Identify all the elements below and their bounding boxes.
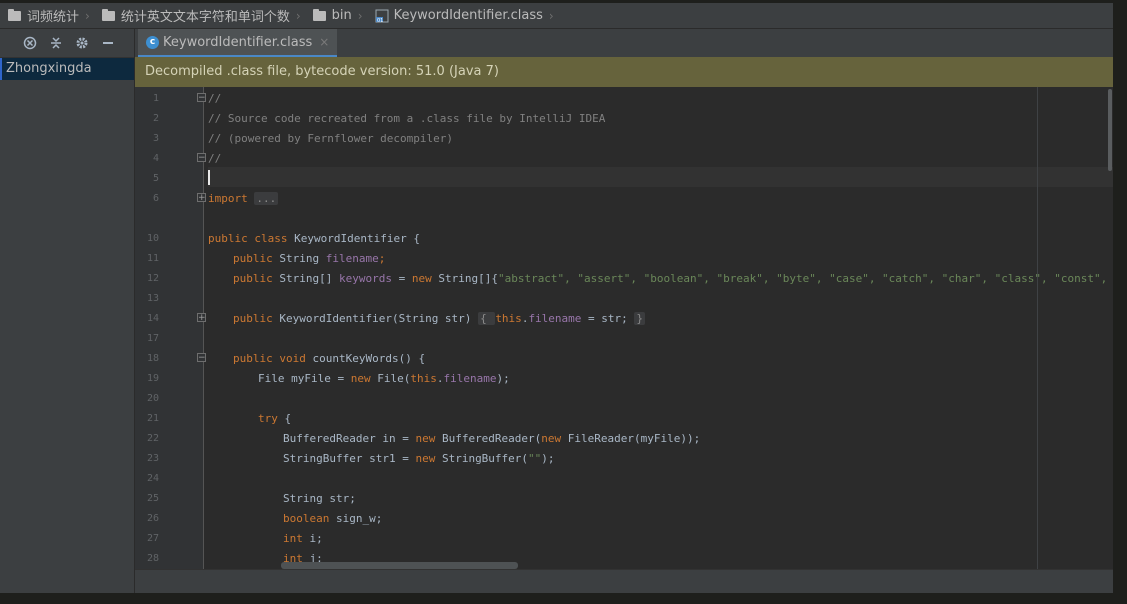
line-number: 19 bbox=[146, 373, 159, 384]
code-line: public String[] keywords = new String[]{… bbox=[233, 272, 1113, 285]
line-number: 26 bbox=[146, 513, 159, 524]
tab-keywordidentifier-class[interactable]: c KeywordIdentifier.class × bbox=[138, 29, 338, 58]
fold-marker-icon[interactable]: + bbox=[197, 313, 206, 323]
horizontal-scrollbar[interactable] bbox=[281, 562, 518, 569]
code-line: File myFile = new File(this.filename); bbox=[258, 372, 510, 385]
ide-window: 词频统计 › 统计英文文本字符和单词个数 › bin › 01 KeywordI… bbox=[0, 3, 1113, 593]
folder-icon bbox=[101, 8, 115, 21]
code-line: // (powered by Fernflower decompiler) bbox=[208, 132, 454, 145]
code-area[interactable]: // // Source code recreated from a .clas… bbox=[208, 87, 1113, 569]
line-number: 22 bbox=[146, 433, 159, 444]
code-line: StringBuffer str1 = new StringBuffer("")… bbox=[283, 452, 555, 465]
line-number: 10 bbox=[146, 233, 159, 244]
chevron-right-icon: › bbox=[548, 8, 554, 23]
project-panel: Zhongxingda bbox=[0, 29, 135, 593]
breadcrumb-item-bin[interactable]: bin › bbox=[305, 3, 367, 28]
line-number: 24 bbox=[146, 473, 159, 484]
folded-imports[interactable]: ... bbox=[254, 192, 279, 205]
gear-icon[interactable] bbox=[74, 35, 90, 51]
chevron-right-icon: › bbox=[295, 8, 301, 23]
collapse-icon[interactable] bbox=[48, 35, 64, 51]
line-number: 6 bbox=[152, 193, 159, 204]
line-number: 11 bbox=[146, 253, 159, 264]
locate-icon[interactable] bbox=[22, 35, 38, 51]
code-line: import ... bbox=[208, 192, 279, 205]
line-number: 12 bbox=[146, 273, 159, 284]
line-number: 18 bbox=[146, 353, 159, 364]
breadcrumb-label: 统计英文文本字符和单词个数 bbox=[120, 10, 290, 25]
line-number: 3 bbox=[152, 133, 159, 144]
decompiled-notice-banner: Decompiled .class file, bytecode version… bbox=[135, 57, 1113, 87]
fold-marker-icon[interactable]: + bbox=[197, 193, 206, 203]
breadcrumb-item-module[interactable]: 统计英文文本字符和单词个数 › bbox=[94, 3, 305, 28]
line-number: 20 bbox=[146, 393, 159, 404]
line-number: 25 bbox=[146, 493, 159, 504]
code-line: BufferedReader in = new BufferedReader(n… bbox=[283, 432, 701, 445]
text-caret bbox=[208, 170, 210, 185]
code-line: boolean sign_w; bbox=[283, 512, 383, 525]
code-line: // bbox=[208, 152, 222, 165]
project-panel-toolbar bbox=[0, 29, 134, 58]
status-bar bbox=[135, 569, 1113, 593]
line-number: 2 bbox=[152, 113, 159, 124]
line-number: 28 bbox=[146, 553, 159, 564]
line-number: 23 bbox=[146, 453, 159, 464]
code-line: try { bbox=[258, 412, 292, 425]
fold-marker-icon[interactable]: − bbox=[197, 353, 206, 363]
breadcrumb-item-file[interactable]: 01 KeywordIdentifier.class › bbox=[367, 3, 558, 28]
chevron-right-icon: › bbox=[357, 8, 363, 23]
breadcrumb-item-project[interactable]: 词频统计 › bbox=[0, 3, 94, 28]
close-icon[interactable]: × bbox=[319, 35, 329, 49]
class-file-icon: 01 bbox=[375, 9, 389, 23]
line-number: 14 bbox=[146, 313, 159, 324]
fold-marker-icon[interactable]: − bbox=[197, 93, 206, 103]
breadcrumb-label: KeywordIdentifier.class bbox=[393, 8, 543, 23]
line-number: 1 bbox=[152, 93, 159, 104]
code-line: public void countKeyWords() { bbox=[233, 352, 426, 365]
line-number: 21 bbox=[146, 413, 159, 424]
code-line: // bbox=[208, 92, 222, 105]
folder-icon bbox=[8, 8, 21, 21]
vertical-scrollbar[interactable] bbox=[1108, 89, 1112, 171]
line-number: 4 bbox=[152, 153, 159, 164]
fold-marker-icon[interactable]: − bbox=[197, 153, 206, 163]
line-number: 17 bbox=[146, 333, 159, 344]
line-number-gutter: 1 2 3 4 5 6 10 11 12 13 14 17 18 19 20 2… bbox=[135, 87, 206, 569]
chevron-right-icon: › bbox=[85, 8, 90, 23]
code-line: public class KeywordIdentifier { bbox=[208, 232, 420, 245]
svg-text:01: 01 bbox=[377, 18, 383, 23]
breadcrumb-label: 词频统计 bbox=[27, 10, 80, 25]
code-line: String str; bbox=[283, 492, 356, 505]
breadcrumb: 词频统计 › 统计英文文本字符和单词个数 › bin › 01 KeywordI… bbox=[0, 3, 1113, 29]
right-margin-guide bbox=[1037, 87, 1038, 569]
code-line: int i; bbox=[283, 532, 323, 545]
current-line-highlight bbox=[208, 167, 1113, 187]
code-line: public String filename; bbox=[233, 252, 386, 265]
folder-icon bbox=[312, 8, 326, 21]
project-tree-item[interactable]: Zhongxingda bbox=[0, 58, 134, 80]
editor-tab-bar: c KeywordIdentifier.class × bbox=[135, 29, 1113, 58]
code-editor[interactable]: 1 2 3 4 5 6 10 11 12 13 14 17 18 19 20 2… bbox=[135, 87, 1113, 569]
tab-label: KeywordIdentifier.class bbox=[163, 34, 313, 50]
hide-icon[interactable] bbox=[100, 35, 116, 51]
class-icon: c bbox=[146, 35, 159, 49]
line-number: 27 bbox=[146, 533, 159, 544]
breadcrumb-label: bin bbox=[331, 8, 352, 23]
code-line: public KeywordIdentifier(String str) { t… bbox=[233, 312, 646, 325]
line-number: 5 bbox=[152, 173, 159, 184]
line-number: 13 bbox=[146, 293, 159, 304]
code-line: // Source code recreated from a .class f… bbox=[208, 112, 606, 125]
